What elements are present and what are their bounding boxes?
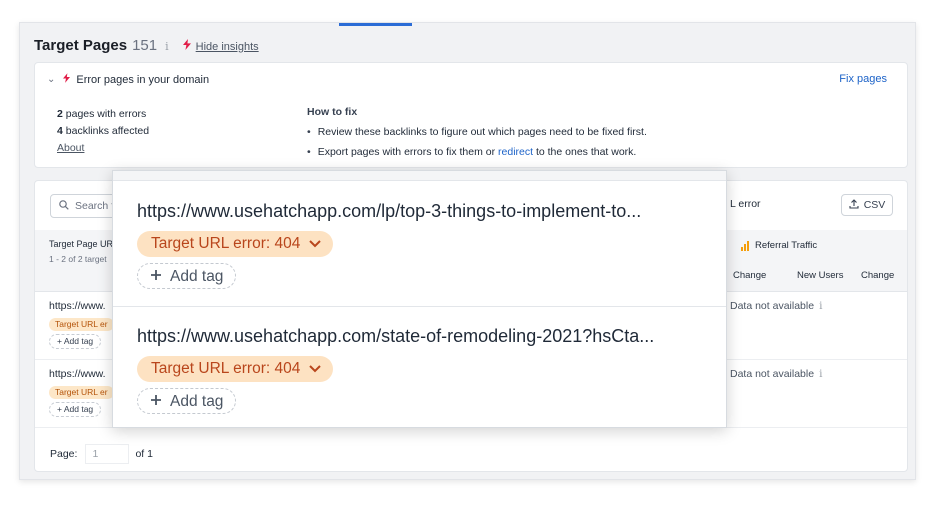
fix-pages-link[interactable]: Fix pages xyxy=(839,73,887,85)
how-to-fix-title: How to fix xyxy=(307,106,358,118)
pager-total: of 1 xyxy=(135,448,153,460)
column-target-page-subtitle: 1 - 2 of 2 target xyxy=(49,254,107,264)
column-new-users[interactable]: New Users xyxy=(797,270,843,281)
stat-pages-label: pages with errors xyxy=(65,108,147,120)
bolt-icon xyxy=(63,73,71,86)
export-csv-button[interactable]: CSV xyxy=(841,194,893,216)
row-url[interactable]: https://www. xyxy=(49,300,106,312)
plus-icon xyxy=(150,265,162,288)
stat-pages-count: 2 xyxy=(57,108,63,120)
popup-error-badge[interactable]: Target URL error: 404 xyxy=(137,356,334,382)
info-icon: i xyxy=(819,300,823,312)
column-change[interactable]: Change xyxy=(733,270,766,281)
chevron-down-icon xyxy=(309,231,322,257)
insight-heading: Error pages in your domain xyxy=(76,73,210,86)
chevron-down-icon xyxy=(309,356,322,382)
popup-top-strip xyxy=(113,171,726,181)
tip-item: Review these backlinks to figure out whi… xyxy=(307,122,647,142)
search-placeholder: Search f xyxy=(75,200,115,212)
row-data-not-available: Data not available i xyxy=(730,300,823,312)
page-title: Target Pages xyxy=(34,37,128,54)
row-url[interactable]: https://www. xyxy=(49,368,106,380)
insight-card: ⌄ Error pages in your domain Fix pages 2… xyxy=(34,62,908,168)
info-icon[interactable]: i xyxy=(165,40,169,53)
chevron-down-icon[interactable]: ⌄ xyxy=(47,74,55,85)
column-referral-traffic: Referral Traffic xyxy=(741,240,817,251)
pager-label: Page: xyxy=(50,448,78,460)
column-target-page[interactable]: Target Page UR xyxy=(49,239,113,249)
page-count: 151 xyxy=(132,37,158,54)
popup-url[interactable]: https://www.usehatchapp.com/lp/top-3-thi… xyxy=(137,201,641,222)
column-change-2[interactable]: Change xyxy=(861,270,894,281)
tip-item: Export pages with errors to fix them or … xyxy=(307,142,647,162)
search-icon xyxy=(59,199,69,213)
bolt-icon xyxy=(182,37,191,55)
how-to-fix: How to fix Review these backlinks to fig… xyxy=(307,106,647,162)
row-error-badge[interactable]: Target URL er xyxy=(49,386,114,399)
bar-chart-icon xyxy=(741,241,749,251)
row-add-tag-button[interactable]: + Add tag xyxy=(49,402,102,417)
plus-icon xyxy=(150,390,162,413)
filter-error-label: L error xyxy=(730,198,761,210)
popup-add-tag-button[interactable]: Add tag xyxy=(137,263,237,289)
insight-heading-row[interactable]: ⌄ Error pages in your domain xyxy=(47,73,209,86)
page-number-input[interactable]: 1 xyxy=(85,444,130,464)
about-link[interactable]: About xyxy=(57,142,84,154)
hide-insights-link[interactable]: Hide insights xyxy=(196,41,259,53)
popup-url[interactable]: https://www.usehatchapp.com/state-of-rem… xyxy=(137,326,654,347)
stat-backlinks-count: 4 xyxy=(57,125,63,137)
active-tab-indicator xyxy=(339,23,412,26)
popup-add-tag-button[interactable]: Add tag xyxy=(137,388,237,414)
upload-icon xyxy=(849,198,859,212)
row-data-not-available: Data not available i xyxy=(730,368,823,380)
row-add-tag-button[interactable]: + Add tag xyxy=(49,334,102,349)
info-icon: i xyxy=(819,368,823,380)
row-error-badge[interactable]: Target URL er xyxy=(49,318,114,331)
popup-error-badge[interactable]: Target URL error: 404 xyxy=(137,231,334,257)
insight-stats: 2 pages with errors 4 backlinks affected… xyxy=(57,106,149,157)
csv-label: CSV xyxy=(863,199,886,211)
redirect-link[interactable]: redirect xyxy=(498,146,533,158)
popup-divider xyxy=(113,306,726,307)
zoomed-urls-popup: https://www.usehatchapp.com/lp/top-3-thi… xyxy=(112,170,727,428)
pagination: Page: 1 of 1 xyxy=(50,444,153,464)
page-header: Target Pages 151 i Hide insights xyxy=(34,37,259,57)
stat-backlinks-label: backlinks affected xyxy=(65,125,150,137)
